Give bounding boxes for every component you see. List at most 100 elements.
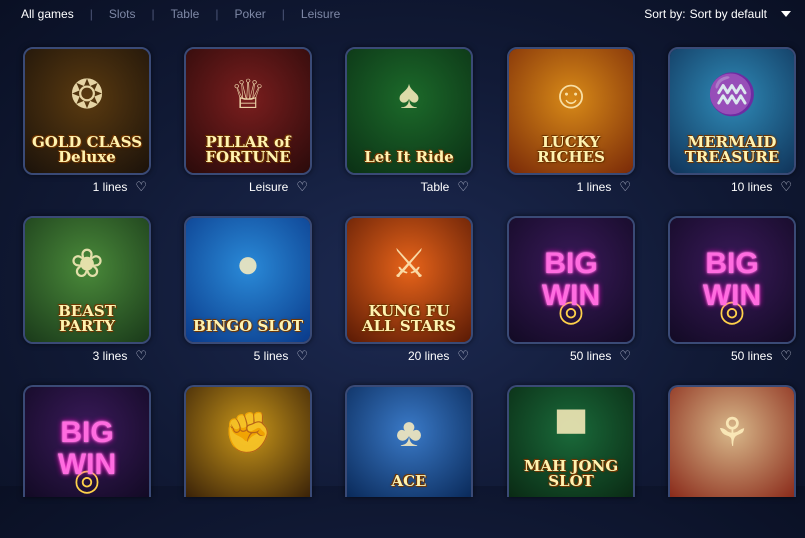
heart-icon[interactable]: ♡ xyxy=(619,179,631,195)
game-card: ❀ BEAST PARTY 3 lines ♡ xyxy=(23,216,151,369)
heart-icon[interactable]: ♡ xyxy=(135,179,147,195)
game-title: BEAST PARTY xyxy=(58,302,116,335)
game-card: ☺ LUCKY RICHES 1 lines ♡ xyxy=(507,47,635,200)
game-thumbnail[interactable]: ♠ Let It Ride xyxy=(345,47,473,175)
game-thumbnail[interactable]: ☺ LUCKY RICHES xyxy=(507,47,635,175)
game-lines-label: 10 lines xyxy=(730,180,773,194)
game-lines-label: 50 lines xyxy=(569,349,612,363)
fortune-god-icon: ☺ xyxy=(550,73,592,117)
game-meta: 50 lines ♡ xyxy=(570,348,631,364)
game-lines-label: 1 lines xyxy=(576,180,612,194)
game-thumbnail[interactable]: ▀ MAH JONG SLOT xyxy=(507,385,635,497)
game-lines-label: 20 lines xyxy=(407,349,450,363)
tab-poker[interactable]: Poker xyxy=(234,7,265,21)
category-tabs: All games | Slots | Table | Poker | Leis… xyxy=(0,7,340,21)
game-thumbnail[interactable]: ❂ GOLD CLASS Deluxe xyxy=(23,47,151,175)
game-title: LUCKY RICHES xyxy=(537,133,605,166)
game-lines-label: Leisure xyxy=(248,180,289,194)
game-lines-label: 3 lines xyxy=(92,349,128,363)
tab-divider: | xyxy=(281,7,285,21)
mahjong-tiles-icon: ▀ xyxy=(556,411,586,455)
heart-icon[interactable]: ♡ xyxy=(780,179,792,195)
game-card: ⚔ KUNG FU ALL STARS 20 lines ♡ xyxy=(345,216,473,369)
game-thumbnail[interactable]: ♕ PILLAR of FORTUNE xyxy=(184,47,312,175)
game-meta: 3 lines ♡ xyxy=(93,348,147,364)
game-thumbnail[interactable]: ◎ BIG WIN xyxy=(507,216,635,344)
tab-divider: | xyxy=(215,7,219,21)
heart-icon[interactable]: ♡ xyxy=(780,348,792,364)
game-thumbnail[interactable]: ⚘ xyxy=(668,385,796,497)
tab-slots[interactable]: Slots xyxy=(109,7,136,21)
game-meta: 1 lines ♡ xyxy=(577,179,631,195)
game-title: ACE xyxy=(391,472,427,490)
tab-all-games[interactable]: All games xyxy=(21,7,74,21)
game-title: BIG WIN xyxy=(541,247,601,312)
game-thumbnail[interactable]: ◎ BIG WIN xyxy=(23,385,151,497)
golden-pillar-icon: ♕ xyxy=(230,73,266,117)
playing-cards-icon: ♠ xyxy=(398,73,420,117)
game-meta: 50 lines ♡ xyxy=(731,348,792,364)
game-card: ♠ Let It Ride Table ♡ xyxy=(345,47,473,200)
game-meta: 5 lines ♡ xyxy=(254,348,308,364)
fighter-icon: ⚔ xyxy=(391,242,427,286)
game-title: MERMAID TREASURE xyxy=(684,133,780,166)
heart-icon[interactable]: ♡ xyxy=(457,179,469,195)
game-meta: 20 lines ♡ xyxy=(408,348,469,364)
martial-artist-icon: ✊ xyxy=(223,411,273,455)
game-title: MAH JONG SLOT xyxy=(523,457,619,490)
game-meta: Leisure ♡ xyxy=(249,179,308,195)
tab-divider: | xyxy=(151,7,155,21)
game-thumbnail[interactable]: ⚔ KUNG FU ALL STARS xyxy=(345,216,473,344)
tab-divider: | xyxy=(89,7,93,21)
heart-icon[interactable]: ♡ xyxy=(457,348,469,364)
game-lines-label: 50 lines xyxy=(730,349,773,363)
sort-dropdown[interactable]: Sort by: Sort by default xyxy=(644,7,791,21)
game-thumbnail[interactable]: ♒ MERMAID TREASURE xyxy=(668,47,796,175)
game-thumbnail[interactable]: ❀ BEAST PARTY xyxy=(23,216,151,344)
game-thumbnail[interactable]: ♣ ACE xyxy=(345,385,473,497)
filter-bar: All games | Slots | Table | Poker | Leis… xyxy=(0,0,805,28)
game-card: ◎ BIG WIN xyxy=(23,385,151,538)
game-card: ⚘ xyxy=(668,385,796,538)
game-lines-label: Table xyxy=(420,180,450,194)
game-thumbnail[interactable]: ● BINGO SLOT xyxy=(184,216,312,344)
game-title: Let It Ride xyxy=(364,148,454,166)
bingo-balls-icon: ● xyxy=(235,242,261,286)
game-thumbnail[interactable]: ✊ xyxy=(184,385,312,497)
game-card: ♕ PILLAR of FORTUNE Leisure ♡ xyxy=(184,47,312,200)
sort-value: Sort by default xyxy=(689,7,767,21)
heart-icon[interactable]: ♡ xyxy=(619,348,631,364)
game-card: ◎ BIG WIN 50 lines ♡ xyxy=(507,216,635,369)
casino-chip-icon: ❂ xyxy=(70,73,104,117)
game-title: BIG WIN xyxy=(702,247,762,312)
game-card: ♣ ACE xyxy=(345,385,473,538)
game-card: ● BINGO SLOT 5 lines ♡ xyxy=(184,216,312,369)
game-card: ❂ GOLD CLASS Deluxe 1 lines ♡ xyxy=(23,47,151,200)
sort-label: Sort by: xyxy=(644,7,686,21)
game-thumbnail[interactable]: ◎ BIG WIN xyxy=(668,216,796,344)
game-card: ✊ xyxy=(184,385,312,538)
tab-leisure[interactable]: Leisure xyxy=(301,7,340,21)
game-lines-label: 5 lines xyxy=(253,349,289,363)
game-card: ◎ BIG WIN 50 lines ♡ xyxy=(668,216,796,369)
game-title: BINGO SLOT xyxy=(192,317,304,335)
game-lines-label: 1 lines xyxy=(92,180,128,194)
heart-icon[interactable]: ♡ xyxy=(296,348,308,364)
chef-icon: ♣ xyxy=(395,411,423,455)
mermaid-icon: ♒ xyxy=(707,73,757,117)
chevron-down-icon xyxy=(781,11,791,17)
game-card: ♒ MERMAID TREASURE 10 lines ♡ xyxy=(668,47,796,200)
game-meta: Table ♡ xyxy=(421,179,469,195)
heart-icon[interactable]: ♡ xyxy=(296,179,308,195)
game-meta: 1 lines ♡ xyxy=(93,179,147,195)
game-title: GOLD CLASS Deluxe xyxy=(31,133,143,166)
game-title: PILLAR of FORTUNE xyxy=(205,133,291,166)
game-meta: 10 lines ♡ xyxy=(731,179,792,195)
game-title: KUNG FU ALL STARS xyxy=(361,302,457,335)
game-title: BIG WIN xyxy=(57,416,117,481)
game-card: ▀ MAH JONG SLOT xyxy=(507,385,635,538)
panda-icon: ❀ xyxy=(70,242,104,286)
lady-fan-icon: ⚘ xyxy=(714,411,750,455)
heart-icon[interactable]: ♡ xyxy=(135,348,147,364)
tab-table[interactable]: Table xyxy=(171,7,200,21)
